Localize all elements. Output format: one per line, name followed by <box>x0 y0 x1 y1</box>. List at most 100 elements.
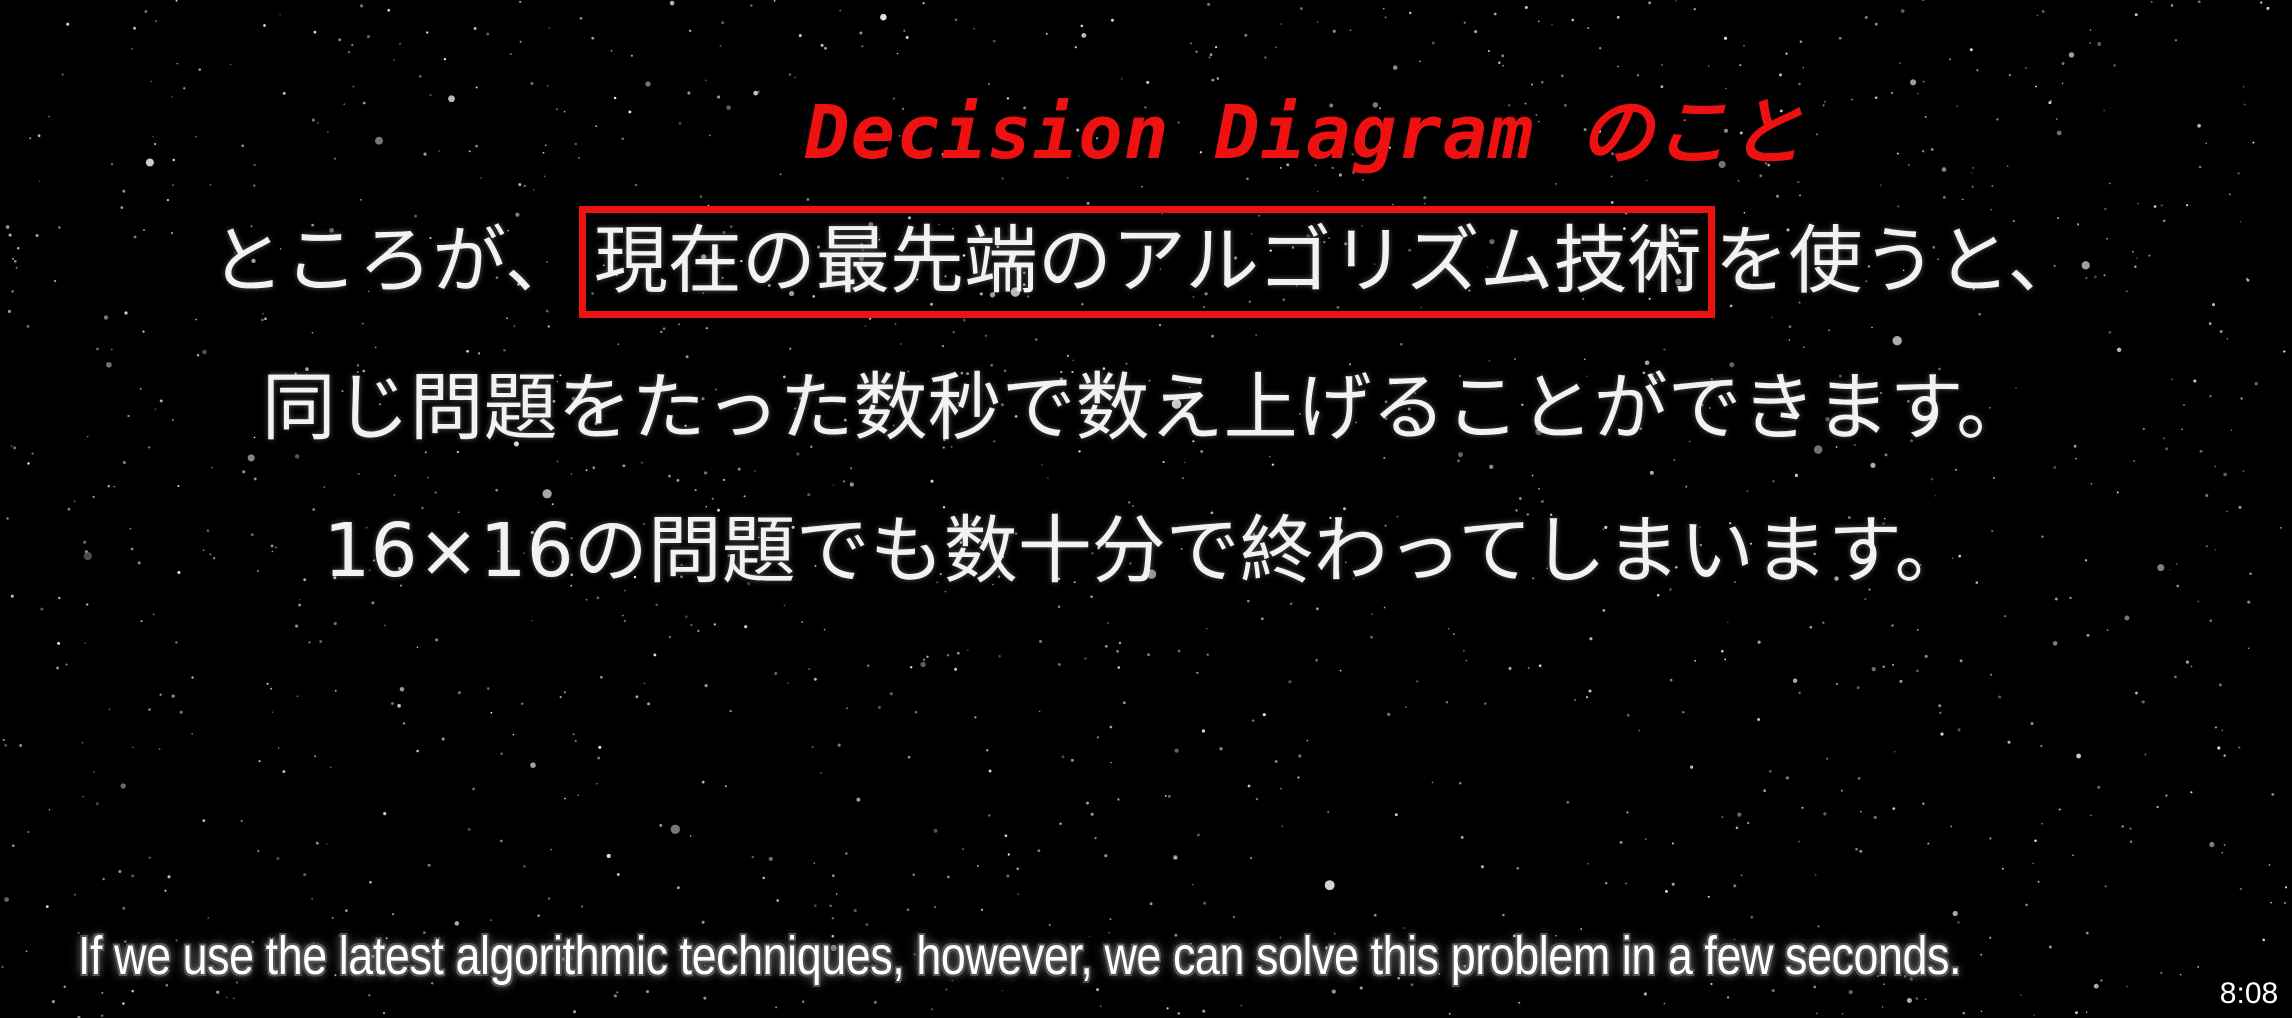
star <box>1859 810 1862 813</box>
star <box>2156 805 2159 809</box>
star <box>1538 664 1542 668</box>
star <box>1394 813 1398 817</box>
star <box>1785 52 1788 55</box>
star <box>1735 826 1739 830</box>
star <box>574 739 577 742</box>
english-subtitle: If we use the latest algorithmic techniq… <box>78 926 1962 986</box>
star <box>1066 354 1070 358</box>
star <box>1648 1 1652 5</box>
star <box>298 603 302 607</box>
star <box>1661 63 1664 66</box>
star <box>1518 1001 1521 1004</box>
star <box>820 44 824 47</box>
star <box>724 785 727 788</box>
star <box>345 909 348 912</box>
star <box>108 708 111 711</box>
star <box>2218 683 2222 687</box>
star <box>1074 46 1077 49</box>
star <box>2237 172 2240 175</box>
star <box>2185 660 2189 664</box>
star <box>1244 33 1248 37</box>
star <box>399 686 405 692</box>
star <box>645 81 651 87</box>
star <box>1675 0 1678 2</box>
star <box>1882 665 1885 668</box>
star <box>360 199 362 201</box>
star <box>1588 689 1592 693</box>
star <box>2090 482 2093 485</box>
caption-line-1-after: を使うと、 <box>1714 218 2082 304</box>
star <box>1750 915 1754 919</box>
star <box>1619 840 1623 844</box>
star <box>2089 29 2092 31</box>
star <box>1109 725 1113 729</box>
star <box>110 348 113 351</box>
star <box>258 760 261 763</box>
star <box>678 323 680 326</box>
star <box>2221 851 2224 854</box>
star <box>616 991 619 994</box>
star <box>610 49 613 52</box>
star <box>1045 33 1048 35</box>
star <box>577 794 579 796</box>
star <box>1788 339 1791 341</box>
star <box>1275 46 1277 48</box>
star <box>303 873 307 877</box>
star <box>880 13 887 21</box>
video-frame[interactable]: Decision Diagram のこと ところが、 現在の最先端のアルゴリズム技… <box>0 0 2292 1018</box>
star <box>1059 822 1062 825</box>
star <box>2133 459 2136 463</box>
star <box>1602 609 1606 612</box>
star <box>1289 602 1293 606</box>
star <box>2284 886 2288 889</box>
star <box>2271 792 2275 796</box>
star <box>393 494 396 496</box>
star <box>595 125 597 127</box>
star <box>2214 465 2217 468</box>
star <box>323 486 326 488</box>
star <box>82 795 84 798</box>
star <box>1465 659 1468 662</box>
star <box>209 183 212 186</box>
star <box>1671 882 1675 886</box>
star <box>988 814 991 817</box>
star <box>1086 201 1090 205</box>
star <box>613 994 617 998</box>
star <box>1405 706 1407 708</box>
star <box>282 770 286 773</box>
star <box>1870 462 1876 468</box>
star <box>914 710 918 714</box>
star <box>676 478 680 482</box>
star <box>1149 902 1153 906</box>
star <box>1768 770 1772 773</box>
star <box>920 661 926 668</box>
star <box>95 802 99 806</box>
star <box>276 856 280 860</box>
star <box>1061 755 1065 759</box>
star <box>1555 183 1557 185</box>
star <box>102 877 105 881</box>
star <box>1747 821 1750 825</box>
star <box>1822 104 1825 107</box>
star <box>1498 61 1501 65</box>
star <box>1315 607 1319 611</box>
star <box>801 621 804 624</box>
star <box>776 899 780 902</box>
star <box>1519 497 1522 500</box>
star <box>1004 834 1008 838</box>
star <box>574 142 577 146</box>
star <box>29 137 32 140</box>
star <box>154 142 157 146</box>
star <box>635 695 639 699</box>
star <box>1626 811 1629 814</box>
star <box>523 184 526 187</box>
star <box>1599 47 1602 50</box>
star <box>2116 491 2119 494</box>
star <box>2061 82 2064 84</box>
star <box>1209 53 1213 57</box>
star <box>2238 746 2241 749</box>
star <box>145 158 154 167</box>
star <box>1399 342 1403 346</box>
star <box>2197 965 2200 968</box>
star <box>1039 640 1042 643</box>
